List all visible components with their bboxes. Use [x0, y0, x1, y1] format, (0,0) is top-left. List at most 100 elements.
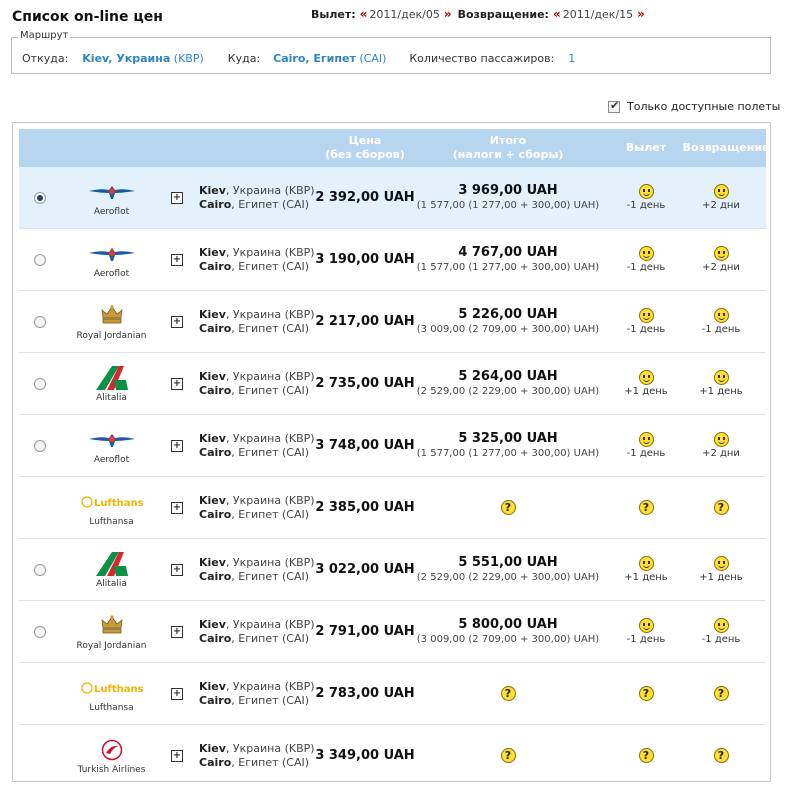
question-icon[interactable]: ? [638, 499, 654, 515]
lufthansa-logo: Lufthansa [80, 675, 143, 701]
header-total: Итого (налоги + сборы) [452, 134, 564, 161]
from-value[interactable]: Kiev, Украина (KBP) [82, 52, 204, 65]
question-icon[interactable]: ? [638, 747, 654, 763]
route-cities: Kiev, Украина (KBP) Cairo, Египет (CAI) [199, 493, 315, 521]
departure-day-shift: -1 день [611, 307, 681, 335]
price-without-fees: 2 791,00 UAH [315, 623, 415, 639]
airline-cell: Aeroflot [69, 167, 154, 228]
table-row[interactable]: Aeroflot + Kiev, Украина (KBP) Cairo, Египе… [19, 415, 766, 477]
total-amount: 3 969,00 UAH [458, 182, 558, 198]
expand-details-icon[interactable]: + [171, 625, 183, 638]
expand-details-icon[interactable]: + [171, 377, 183, 390]
total-amount: 5 800,00 UAH [458, 616, 558, 632]
table-header: Цена (без сборов) Итого (налоги + сборы)… [19, 129, 770, 167]
departure-day-shift: ? [611, 685, 681, 701]
expand-details-icon[interactable]: + [171, 253, 183, 266]
available-only-checkbox[interactable] [608, 99, 620, 113]
departure-label: Вылет: [311, 7, 356, 21]
departure-prev-arrow-icon[interactable]: « [360, 7, 368, 21]
total-price: 4 767,00 UAH (1 577,00 (1 277,00 + 300,00… [412, 245, 604, 273]
total-breakdown: (1 577,00 (1 277,00 + 300,00) UAH) [416, 199, 600, 211]
airline-cell: Alitalia [69, 353, 154, 414]
airline-name: Turkish Airlines [77, 764, 146, 775]
header-price: Цена (без сборов) [325, 134, 405, 161]
table-row[interactable]: Alitalia + Kiev, Украина (KBP) Cairo, Египе… [19, 539, 766, 601]
route-cities: Kiev, Украина (KBP) Cairo, Египет (CAI) [199, 183, 315, 211]
select-flight-radio[interactable] [34, 253, 46, 266]
airline-name: Aeroflot [93, 454, 130, 465]
expand-details-icon[interactable]: + [171, 749, 183, 762]
expand-details-icon[interactable]: + [171, 191, 183, 204]
airline-cell: Aeroflot [69, 415, 154, 476]
table-row[interactable]: Turkish Airlines + Kiev, Украина (KBP) Cair… [19, 725, 766, 781]
departure-day-shift: -1 день [611, 617, 681, 645]
royal-jordanian-logo [99, 613, 125, 639]
route-cities: Kiev, Украина (KBP) Cairo, Египет (CAI) [199, 431, 315, 459]
airline-cell: Aeroflot [69, 229, 154, 290]
total-price: 5 264,00 UAH (2 529,00 (2 229,00 + 300,00… [412, 369, 604, 397]
select-flight-radio[interactable] [34, 563, 46, 576]
airline-cell: Lufthansa Lufthansa [69, 477, 154, 538]
route-legend: Маршрут [18, 30, 71, 41]
total-breakdown: (3 009,00 (2 709,00 + 300,00) UAH) [416, 633, 600, 645]
turkish-airlines-logo [101, 737, 123, 763]
table-row[interactable]: Alitalia + Kiev, Украина (KBP) Cairo, Египе… [19, 353, 766, 415]
smiley-icon [713, 245, 729, 261]
table-body: Aeroflot + Kiev, Украина (KBP) Cairo, Египе… [19, 167, 766, 781]
airline-name: Alitalia [96, 578, 127, 589]
question-icon[interactable]: ? [500, 747, 516, 763]
table-row[interactable]: Royal Jordanian + Kiev, Украина (KBP) Cairo… [19, 601, 766, 663]
return-prev-arrow-icon[interactable]: « [553, 7, 561, 21]
return-day-shift: ? [686, 747, 756, 763]
to-value[interactable]: Cairo, Египет (CAI) [273, 52, 386, 65]
available-only-filter[interactable]: Только доступные полеты [608, 99, 780, 113]
question-icon[interactable]: ? [713, 499, 729, 515]
return-label: Возвращение: [457, 7, 549, 21]
total-amount: 5 226,00 UAH [458, 306, 558, 322]
to-label: Куда: [227, 52, 261, 65]
select-flight-radio[interactable] [34, 191, 46, 204]
expand-details-icon[interactable]: + [171, 315, 183, 328]
route-cities: Kiev, Украина (KBP) Cairo, Египет (CAI) [199, 741, 315, 769]
question-icon[interactable]: ? [713, 747, 729, 763]
return-day-shift: -1 день [686, 617, 756, 645]
alitalia-logo [92, 551, 132, 577]
select-flight-radio[interactable] [34, 315, 46, 328]
total-amount: 5 551,00 UAH [458, 554, 558, 570]
expand-details-icon[interactable]: + [171, 687, 183, 700]
expand-details-icon[interactable]: + [171, 501, 183, 514]
return-next-arrow-icon[interactable]: » [637, 7, 645, 21]
table-row[interactable]: Aeroflot + Kiev, Украина (KBP) Cairo, Египе… [19, 167, 766, 229]
smiley-icon [638, 307, 654, 323]
table-row[interactable]: Lufthansa Lufthansa + Kiev, Украина (KBP)Ca… [19, 663, 766, 725]
smiley-icon [713, 555, 729, 571]
select-flight-radio[interactable] [34, 377, 46, 390]
total-price: 5 800,00 UAH (3 009,00 (2 709,00 + 300,00… [412, 617, 604, 645]
select-flight-radio[interactable] [34, 439, 46, 452]
question-icon[interactable]: ? [638, 685, 654, 701]
expand-details-icon[interactable]: + [171, 563, 183, 576]
airline-name: Aeroflot [93, 268, 130, 279]
table-row[interactable]: Royal Jordanian + Kiev, Украина (KBP) Cairo… [19, 291, 766, 353]
royal-jordanian-logo [99, 303, 125, 329]
total-price: ? [412, 747, 604, 763]
question-icon[interactable]: ? [713, 685, 729, 701]
question-icon[interactable]: ? [500, 499, 516, 515]
svg-text:Lufthansa: Lufthansa [94, 498, 143, 509]
total-price: ? [412, 685, 604, 701]
expand-details-icon[interactable]: + [171, 439, 183, 452]
passengers-value[interactable]: 1 [568, 52, 575, 65]
airline-cell: Turkish Airlines [69, 725, 154, 781]
total-amount: 5 325,00 UAH [458, 430, 558, 446]
total-amount: 5 264,00 UAH [458, 368, 558, 384]
table-row[interactable]: Aeroflot + Kiev, Украина (KBP) Cairo, Египе… [19, 229, 766, 291]
airline-cell: Alitalia [69, 539, 154, 600]
question-icon[interactable]: ? [500, 685, 516, 701]
total-price: ? [412, 499, 604, 515]
departure-next-arrow-icon[interactable]: » [444, 7, 452, 21]
page-title: Список on-line цен [12, 9, 163, 25]
table-row[interactable]: Lufthansa Lufthansa + Kiev, Украина (KBP)Ca… [19, 477, 766, 539]
select-flight-radio[interactable] [34, 625, 46, 638]
airline-cell: Royal Jordanian [69, 601, 154, 662]
route-cities: Kiev, Украина (KBP) Cairo, Египет (CAI) [199, 245, 315, 273]
